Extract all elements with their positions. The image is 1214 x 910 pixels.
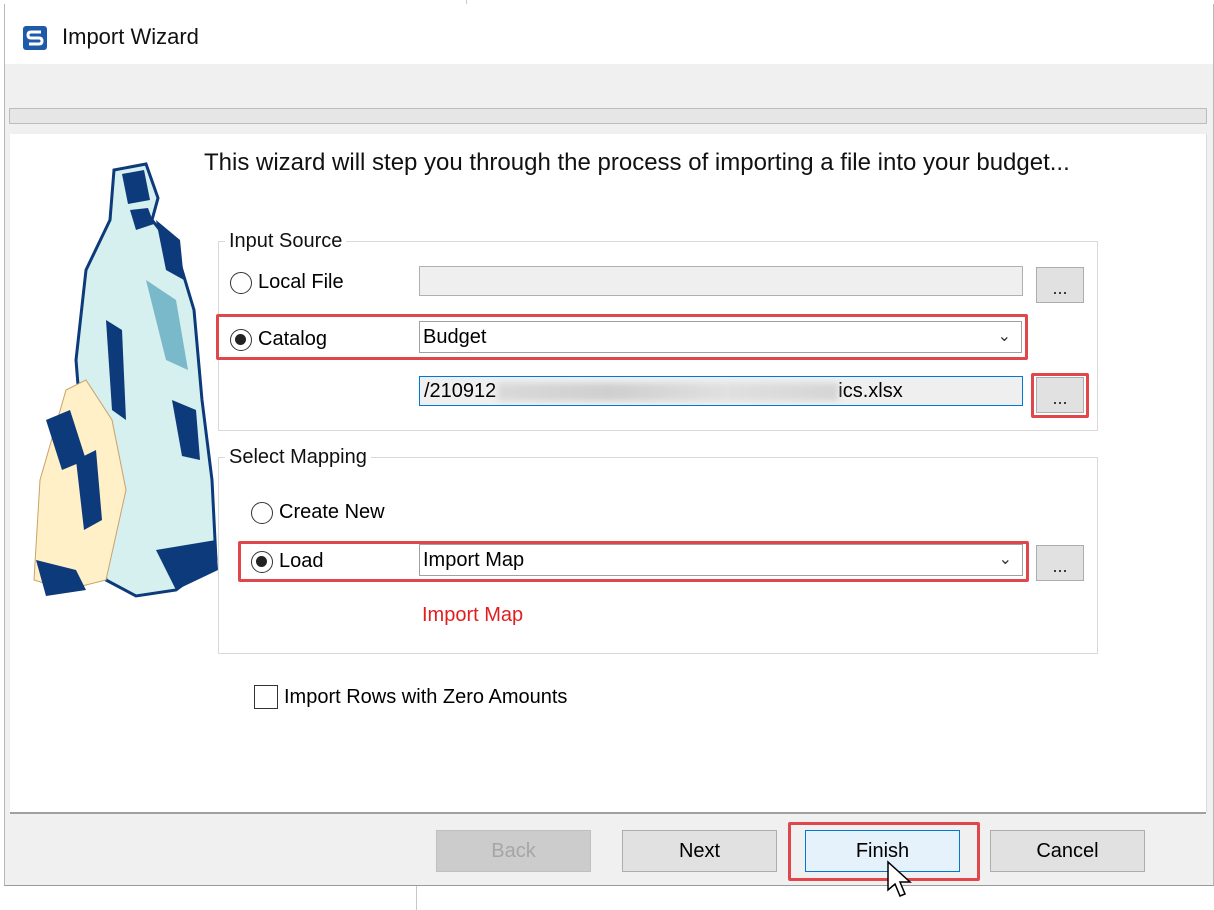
- catalog-label: Catalog: [258, 328, 327, 350]
- zero-amount-rows-label: Import Rows with Zero Amounts: [284, 685, 568, 708]
- create-new-label: Create New: [279, 501, 385, 523]
- wizard-illustration: [33, 162, 218, 598]
- local-file-browse-button[interactable]: ...: [1036, 267, 1084, 303]
- catalog-radio[interactable]: Catalog: [230, 328, 327, 351]
- finish-button[interactable]: Finish: [805, 830, 960, 872]
- file-path-start: /210912: [424, 380, 497, 402]
- catalog-file-path-input[interactable]: /210912 ics.xlsx: [419, 376, 1023, 406]
- catalog-file-browse-button[interactable]: ...: [1036, 377, 1084, 413]
- file-path-end: ics.xlsx: [838, 380, 903, 402]
- redacted-path-segment: [498, 382, 839, 401]
- cancel-button[interactable]: Cancel: [990, 830, 1145, 872]
- intro-text: This wizard will step you through the pr…: [204, 149, 1070, 176]
- create-new-radio-button[interactable]: [251, 501, 273, 524]
- mouse-pointer-icon: [887, 860, 912, 897]
- next-button[interactable]: Next: [622, 830, 777, 872]
- app-logo-icon: [23, 26, 47, 50]
- background-divider: [416, 886, 417, 910]
- footer-separator: [10, 812, 1206, 814]
- chevron-down-icon: ⌄: [998, 551, 1012, 568]
- load-radio-button[interactable]: [251, 550, 273, 573]
- local-file-radio[interactable]: Local File: [230, 271, 344, 294]
- load-map-dropdown[interactable]: Import Map ⌄: [419, 544, 1023, 576]
- catalog-dropdown[interactable]: Budget ⌄: [419, 321, 1022, 353]
- back-button[interactable]: Back: [436, 830, 591, 872]
- local-file-label: Local File: [258, 271, 344, 293]
- load-map-selected-value: Import Map: [423, 549, 525, 571]
- load-map-browse-button[interactable]: ...: [1036, 545, 1084, 581]
- select-mapping-label: Select Mapping: [225, 446, 371, 469]
- chevron-down-icon: ⌄: [997, 328, 1011, 345]
- local-file-radio-button[interactable]: [230, 271, 252, 294]
- title-bar: Import Wizard: [5, 4, 1213, 64]
- import-map-link[interactable]: Import Map: [422, 604, 523, 627]
- create-new-radio[interactable]: Create New: [251, 501, 385, 524]
- input-source-label: Input Source: [225, 230, 347, 253]
- load-label: Load: [279, 550, 324, 572]
- catalog-radio-button[interactable]: [230, 328, 252, 351]
- load-radio[interactable]: Load: [251, 550, 324, 573]
- window-title: Import Wizard: [62, 24, 199, 49]
- zero-amount-rows-checkbox[interactable]: [254, 685, 278, 709]
- catalog-selected-value: Budget: [423, 326, 487, 348]
- zero-amount-rows-option[interactable]: Import Rows with Zero Amounts: [254, 685, 567, 709]
- wizard-progress-bar: [9, 108, 1207, 124]
- local-file-path-input[interactable]: [419, 266, 1023, 296]
